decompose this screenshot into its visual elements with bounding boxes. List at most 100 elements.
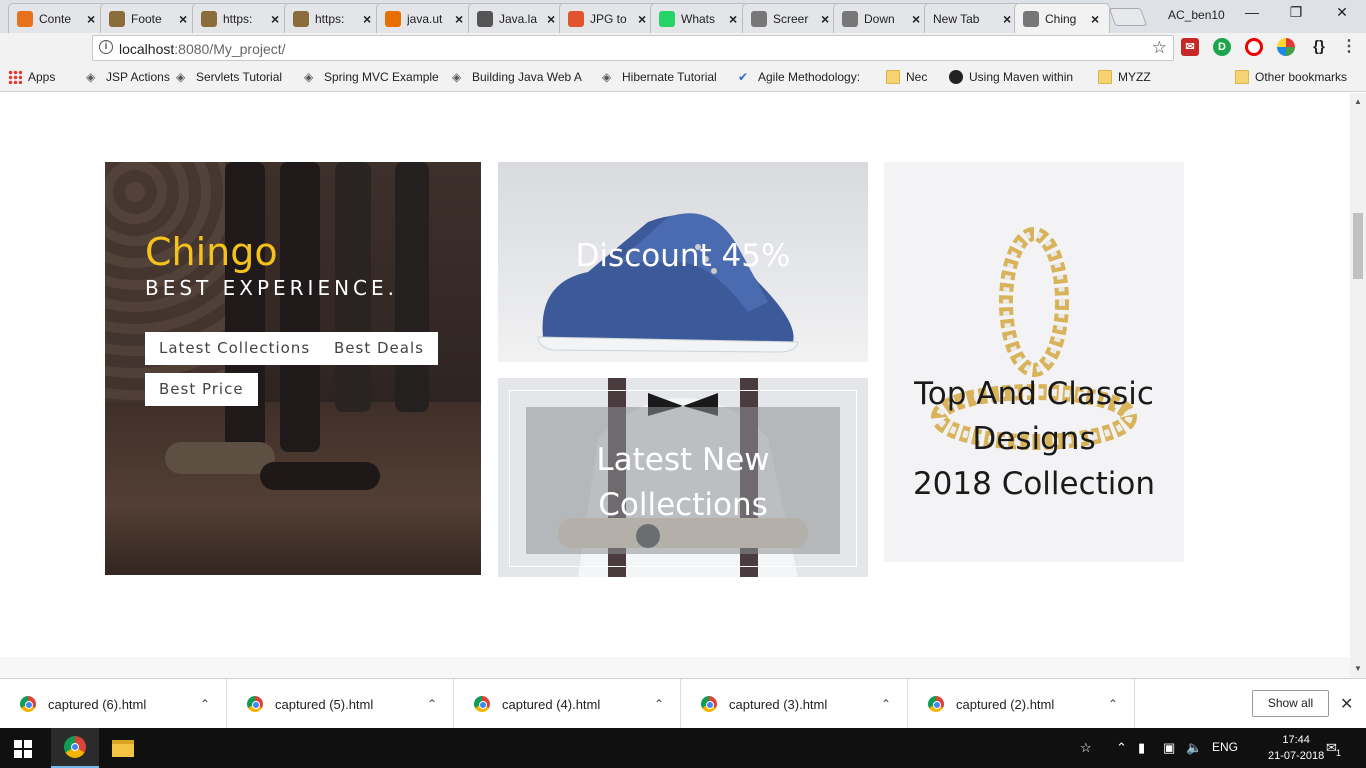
download-item[interactable]: captured (2).html ⌃ [908, 679, 1135, 729]
best-price-button[interactable]: Best Price [145, 373, 258, 406]
browser-tab[interactable]: Screer × [742, 3, 840, 33]
scroll-down-icon[interactable]: ▼ [1354, 664, 1362, 673]
tab-close-icon[interactable]: × [1003, 11, 1013, 27]
best-deals-button[interactable]: Best Deals [320, 332, 438, 365]
bookmark-item[interactable]: ◈ JSP Actions [86, 70, 170, 84]
bookmark-item[interactable]: Nec [886, 70, 927, 84]
image-tab-icon [109, 10, 125, 27]
chevron-up-icon[interactable]: ⌃ [200, 697, 210, 711]
people-icon[interactable]: ☆ [1080, 740, 1092, 756]
clock-time: 17:44 [1282, 734, 1310, 746]
bookmark-label: Nec [906, 70, 928, 84]
address-bar[interactable]: i localhost:8080/My_project/ ☆ [92, 35, 1174, 61]
menu-dots-icon[interactable]: ⋮ [1340, 38, 1358, 56]
browser-tab[interactable]: Foote × [100, 3, 198, 33]
tab-close-icon[interactable]: × [87, 11, 97, 27]
tab-title: Ching [1045, 11, 1077, 26]
scroll-up-icon[interactable]: ▲ [1354, 97, 1362, 106]
tab-close-icon[interactable]: × [729, 11, 739, 27]
diamond-icon: ◈ [176, 70, 186, 84]
windows-start-icon[interactable] [14, 740, 32, 758]
browser-tab[interactable]: Ching × [1014, 3, 1110, 33]
bookmark-item[interactable]: ◈ Spring MVC Example [304, 70, 439, 84]
browser-tab[interactable]: https: × [192, 3, 290, 33]
collections-panel[interactable]: Latest New Collections [498, 378, 868, 577]
chevron-up-icon[interactable]: ⌃ [881, 697, 891, 711]
browser-tab[interactable]: Down × [833, 3, 931, 33]
tab-close-icon[interactable]: × [179, 11, 189, 27]
restore-icon[interactable]: ❐ [1284, 4, 1308, 24]
download-item[interactable]: captured (5).html ⌃ [227, 679, 454, 729]
clock-date: 21-07-2018 [1268, 750, 1325, 762]
browser-tab[interactable]: java.ut × [376, 3, 474, 33]
browser-tab[interactable]: New Tab × [924, 3, 1022, 33]
url-path: :8080/My_project/ [174, 41, 286, 57]
java-tab-icon [385, 10, 401, 27]
tab-close-icon[interactable]: × [1091, 11, 1101, 27]
latest-collections-button[interactable]: Latest Collections [145, 332, 325, 365]
bookmarks-bar: Apps ◈ JSP Actions ◈ Servlets Tutorial ◈ Sprin… [0, 63, 1366, 92]
jewelry-panel[interactable]: Top And Classic Designs 2018 Collection [884, 162, 1184, 562]
close-downloads-icon[interactable]: ✕ [1340, 694, 1353, 714]
bookmark-label: Servlets Tutorial [196, 70, 283, 84]
tab-close-icon[interactable]: × [363, 11, 373, 27]
bookmark-item[interactable]: ✔ Agile Methodology: [738, 70, 860, 84]
folder-icon [1235, 70, 1249, 84]
browser-tab[interactable]: Java.la × [468, 3, 566, 33]
browser-tab[interactable]: JPG to × [559, 3, 657, 33]
diamond-tab-icon [477, 10, 493, 27]
green-extension-icon[interactable]: D [1213, 38, 1231, 56]
close-window-icon[interactable]: ✕ [1330, 4, 1354, 24]
browser-tab[interactable]: Whats × [650, 3, 748, 33]
spring-icon: ◈ [304, 70, 314, 84]
show-all-button[interactable]: Show all [1252, 690, 1329, 717]
bookmark-star-icon[interactable]: ☆ [1152, 38, 1167, 58]
new-tab-button[interactable] [1108, 8, 1148, 26]
bookmark-item[interactable]: Using Maven within [949, 70, 1073, 84]
volume-icon[interactable]: 🔈 [1186, 740, 1202, 756]
eclipse-icon [949, 70, 963, 84]
tab-close-icon[interactable]: × [455, 11, 465, 27]
opera-extension-icon[interactable] [1245, 38, 1263, 56]
tray-chevron-icon[interactable]: ⌃ [1116, 740, 1127, 756]
bookmark-item[interactable]: ◈ Hibernate Tutorial [602, 70, 717, 84]
page-scrollbar[interactable]: ▲ ▼ [1350, 93, 1366, 678]
browser-tab[interactable]: Conte × [8, 3, 106, 33]
bookmark-item[interactable]: ◈ Building Java Web A [452, 70, 582, 84]
collections-caption: Latest New Collections [498, 438, 868, 528]
taskbar-clock[interactable]: 17:44 21-07-2018 [1268, 732, 1324, 764]
document-tab-icon [1023, 10, 1039, 27]
bookmark-item[interactable]: ◈ Servlets Tutorial [176, 70, 282, 84]
json-extension-icon[interactable]: {} [1308, 38, 1330, 56]
tab-title: Screer [773, 11, 809, 26]
bookmark-item[interactable]: Apps [8, 70, 55, 84]
info-icon[interactable]: i [99, 40, 113, 54]
discount-panel[interactable]: Discount 45% [498, 162, 868, 362]
tab-close-icon[interactable]: × [547, 11, 557, 27]
bookmark-item[interactable]: Other bookmarks [1235, 70, 1347, 84]
chevron-up-icon[interactable]: ⌃ [654, 697, 664, 711]
chevron-up-icon[interactable]: ⌃ [1108, 697, 1118, 711]
download-item[interactable]: captured (6).html ⌃ [0, 679, 227, 729]
tab-close-icon[interactable]: × [821, 11, 831, 27]
chrome-taskbar-icon[interactable] [51, 728, 99, 768]
tab-close-icon[interactable]: × [912, 11, 922, 27]
download-item[interactable]: captured (4).html ⌃ [454, 679, 681, 729]
chevron-up-icon[interactable]: ⌃ [427, 697, 437, 711]
battery-icon[interactable]: ▮ [1138, 740, 1145, 756]
network-icon[interactable]: ▣ [1163, 740, 1175, 756]
scrollbar-thumb[interactable] [1353, 213, 1363, 279]
download-item[interactable]: captured (3).html ⌃ [681, 679, 908, 729]
colorful-extension-icon[interactable] [1277, 38, 1295, 56]
browser-tab[interactable]: https: × [284, 3, 382, 33]
file-explorer-taskbar-icon[interactable] [99, 728, 147, 768]
tab-title: Conte [39, 11, 72, 26]
minimize-icon[interactable]: — [1240, 4, 1264, 24]
mail-extension-icon[interactable]: ✉ [1181, 38, 1199, 56]
tab-close-icon[interactable]: × [638, 11, 648, 27]
profile-name[interactable]: AC_ben10 [1168, 8, 1225, 22]
language-indicator[interactable]: ENG [1212, 740, 1238, 754]
bookmark-item[interactable]: MYZZ [1098, 70, 1151, 84]
tab-close-icon[interactable]: × [271, 11, 281, 27]
page-footer-band [0, 657, 1350, 678]
